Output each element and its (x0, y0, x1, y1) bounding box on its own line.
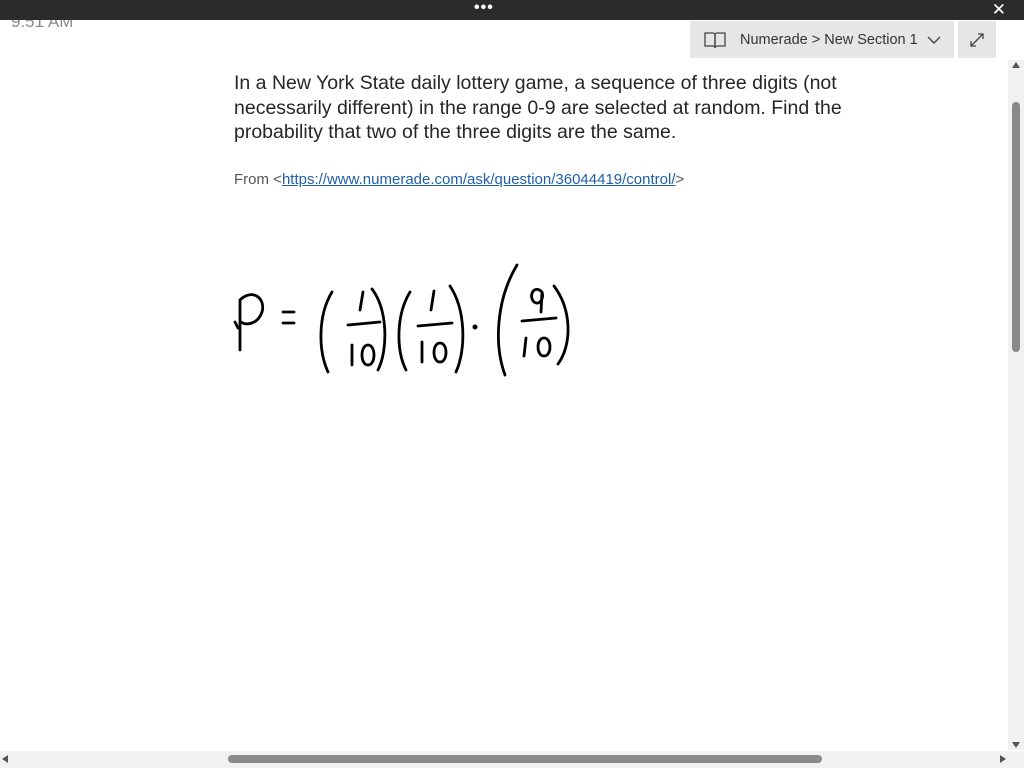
breadcrumb[interactable]: Numerade > New Section 1 (690, 21, 954, 58)
denominator-2 (420, 340, 448, 364)
breadcrumb-label: Numerade > New Section 1 (740, 31, 918, 48)
close-paren-2 (448, 284, 465, 374)
denominator-1-a (350, 343, 376, 367)
vertical-scroll-thumb[interactable] (1012, 102, 1020, 352)
fraction-bar-1 (346, 320, 382, 327)
scroll-left-icon[interactable] (2, 755, 8, 763)
open-paren-3 (497, 263, 519, 377)
scroll-down-icon[interactable] (1012, 742, 1020, 748)
window-titlebar: ••• ✕ (0, 0, 1024, 20)
scrollbar-corner (1008, 751, 1024, 768)
notebook-icon (704, 31, 726, 48)
vertical-scrollbar[interactable] (1008, 60, 1024, 750)
close-button[interactable]: ✕ (992, 0, 1006, 20)
scroll-up-icon[interactable] (1012, 62, 1020, 68)
expand-icon (970, 32, 984, 47)
multiplication-dot (472, 324, 478, 330)
open-paren-2 (397, 290, 412, 372)
fraction-bar-2 (416, 321, 454, 328)
denominator-3 (522, 336, 552, 358)
handwritten-p (238, 293, 265, 352)
source-link[interactable]: https://www.numerade.com/ask/question/36… (282, 171, 676, 188)
expand-button[interactable] (958, 21, 996, 58)
numerator-9 (530, 287, 544, 314)
handwritten-equation (233, 263, 570, 377)
scroll-right-icon[interactable] (1000, 755, 1006, 763)
numerator-2 (429, 289, 436, 312)
chevron-down-icon[interactable] (926, 32, 942, 48)
fraction-bar-3 (520, 316, 558, 323)
page-content[interactable]: In a New York State daily lottery game, … (234, 71, 894, 188)
more-options-icon[interactable]: ••• (474, 0, 494, 17)
question-text: In a New York State daily lottery game, … (234, 72, 842, 143)
close-paren-3 (552, 284, 570, 366)
source-suffix: > (675, 170, 685, 188)
open-paren-1 (319, 290, 334, 374)
horizontal-scrollbar[interactable] (0, 751, 1008, 768)
handwritten-equals (281, 310, 296, 325)
source-prefix: From < (234, 170, 282, 188)
source-line: From <https://www.numerade.com/ask/quest… (234, 171, 894, 188)
horizontal-scroll-thumb[interactable] (228, 755, 822, 763)
numerator-1-a (358, 290, 365, 312)
